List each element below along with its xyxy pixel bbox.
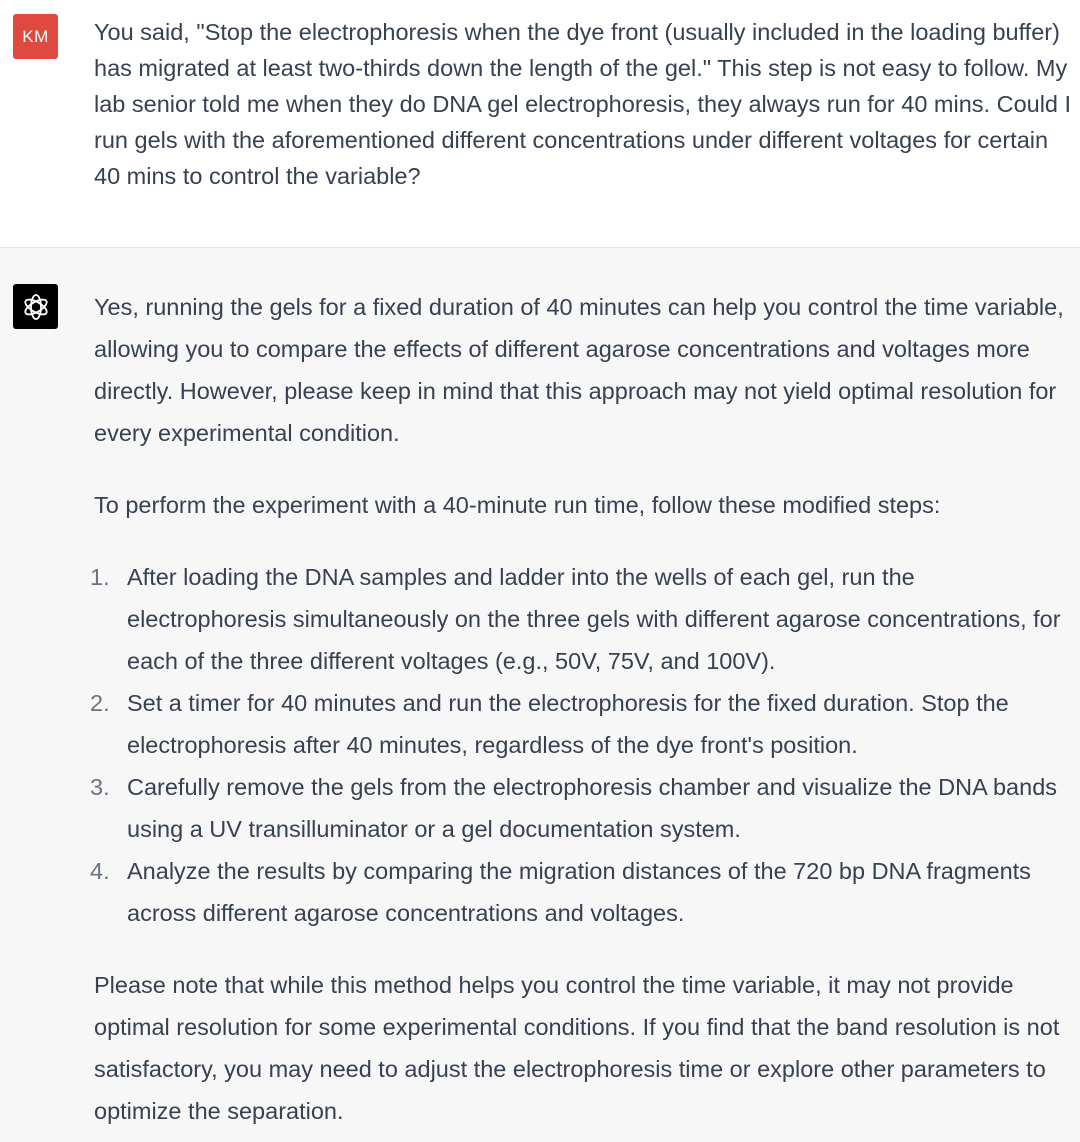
list-item-text: Set a timer for 40 minutes and run the e… bbox=[127, 690, 1009, 758]
list-item: 3. Carefully remove the gels from the el… bbox=[90, 766, 1078, 850]
list-item-number: 3. bbox=[90, 774, 110, 800]
assistant-message-body: Yes, running the gels for a fixed durati… bbox=[90, 286, 1078, 1132]
user-message: KM You said, "Stop the electrophoresis w… bbox=[0, 0, 1080, 248]
user-avatar-initials: KM bbox=[22, 26, 49, 46]
list-item-text: Analyze the results by comparing the mig… bbox=[127, 858, 1031, 926]
user-message-text: You said, "Stop the electrophoresis when… bbox=[94, 19, 1072, 189]
assistant-avatar bbox=[13, 284, 58, 329]
list-item-text: Carefully remove the gels from the elect… bbox=[127, 774, 1058, 842]
user-avatar: KM bbox=[13, 14, 58, 59]
steps-lead-paragraph: To perform the experiment with a 40-minu… bbox=[94, 492, 941, 518]
closing-paragraph: Please note that while this method helps… bbox=[94, 972, 1060, 1124]
list-item: 4. Analyze the results by comparing the … bbox=[90, 850, 1078, 934]
list-item-text: After loading the DNA samples and ladder… bbox=[127, 564, 1061, 674]
list-item-number: 1. bbox=[90, 564, 110, 590]
openai-logo-icon bbox=[23, 293, 48, 320]
list-item: 1. After loading the DNA samples and lad… bbox=[90, 556, 1078, 682]
steps-list: 1. After loading the DNA samples and lad… bbox=[90, 556, 1078, 934]
list-item-number: 4. bbox=[90, 858, 110, 884]
list-item-number: 2. bbox=[90, 690, 110, 716]
list-item: 2. Set a timer for 40 minutes and run th… bbox=[90, 682, 1078, 766]
assistant-message: Yes, running the gels for a fixed durati… bbox=[0, 248, 1080, 1142]
assistant-intro-paragraph: Yes, running the gels for a fixed durati… bbox=[94, 294, 1064, 446]
